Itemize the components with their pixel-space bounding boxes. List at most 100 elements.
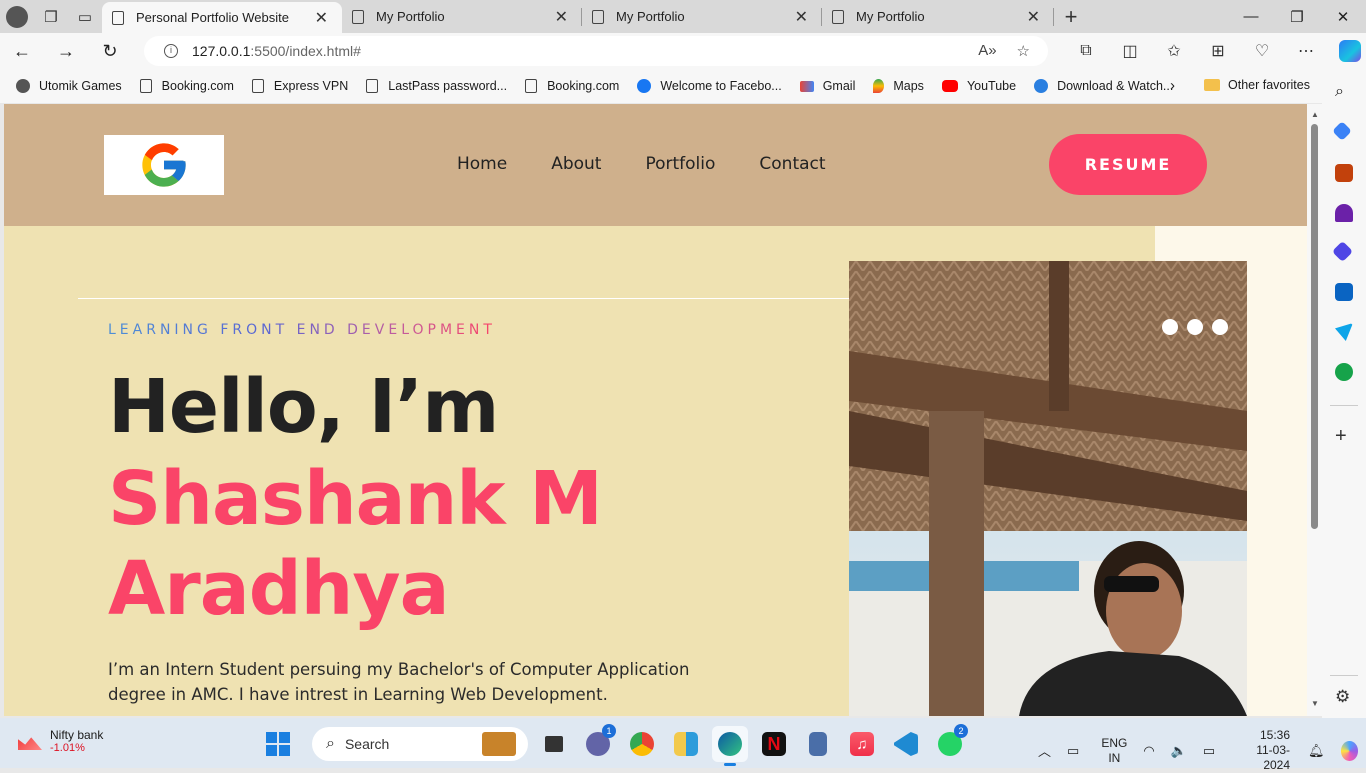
shopping-icon[interactable] <box>1332 121 1352 141</box>
carousel-dot[interactable] <box>1187 319 1203 335</box>
widget-title: Nifty bank <box>50 728 104 742</box>
close-window-button[interactable]: ✕ <box>1320 8 1366 26</box>
scrollbar-thumb[interactable] <box>1311 124 1318 529</box>
chevron-up-icon[interactable]: ︿ <box>1038 741 1051 760</box>
copilot-preview-icon[interactable] <box>1340 740 1358 761</box>
split-screen-icon[interactable]: ◫ <box>1108 41 1152 61</box>
play-icon <box>1034 79 1049 93</box>
browser-essentials-icon[interactable]: ♡ <box>1240 41 1284 61</box>
workspaces-icon[interactable]: ❐ <box>34 0 68 33</box>
settings-gear-icon[interactable]: ⚙ <box>1335 687 1353 706</box>
language-indicator[interactable]: ENG IN <box>1101 736 1127 766</box>
hero-name-line1: Shashank M <box>108 456 603 542</box>
divider <box>1330 675 1358 676</box>
nav-home[interactable]: Home <box>457 154 507 174</box>
search-icon[interactable]: ⌕ <box>1335 83 1353 101</box>
new-tab-button[interactable]: + <box>1054 4 1088 30</box>
teams-icon[interactable]: 1 <box>580 724 616 762</box>
microsoft-365-icon[interactable] <box>1331 240 1354 263</box>
page-viewport: Home About Portfolio Contact RESUME LEAR… <box>4 104 1307 716</box>
tab-personal-portfolio[interactable]: Personal Portfolio Website ✕ <box>102 2 342 33</box>
resume-button[interactable]: RESUME <box>1049 134 1207 195</box>
tab-my-portfolio-3[interactable]: My Portfolio ✕ <box>822 0 1054 33</box>
extensions-icon[interactable]: ⧉ <box>1064 42 1108 60</box>
vscode-icon[interactable] <box>888 726 924 762</box>
bookmark-booking-2[interactable]: Booking.com <box>525 79 619 93</box>
tools-icon[interactable] <box>1335 164 1353 182</box>
nav-contact[interactable]: Contact <box>759 154 825 174</box>
bookmark-download-watch[interactable]: Download & Watch... <box>1034 79 1173 93</box>
whatsapp-badge: 2 <box>954 724 968 738</box>
bookmark-lastpass[interactable]: LastPass password... <box>366 79 507 93</box>
music-icon[interactable]: ♫ <box>844 726 880 762</box>
edge-icon[interactable] <box>712 726 748 766</box>
restore-button[interactable]: ❐ <box>1274 8 1320 26</box>
nav-portfolio[interactable]: Portfolio <box>645 154 715 174</box>
tray-app-icon[interactable]: ▭ <box>1067 743 1079 759</box>
bookmark-gmail[interactable]: Gmail <box>799 79 855 93</box>
other-favorites[interactable]: Other favorites <box>1204 78 1310 92</box>
add-icon[interactable]: + <box>1335 425 1353 447</box>
hero-name-line2: Aradhya <box>108 546 450 632</box>
site-info-icon[interactable]: i <box>164 44 178 58</box>
bookmark-youtube[interactable]: YouTube <box>941 79 1016 93</box>
close-tab-icon[interactable]: ✕ <box>791 7 812 27</box>
collections-icon[interactable]: ⊞ <box>1196 41 1240 61</box>
page-icon <box>139 79 152 93</box>
refresh-button[interactable]: ↻ <box>88 41 132 62</box>
whatsapp-icon[interactable]: 2 <box>932 724 968 762</box>
battery-icon[interactable]: ▭ <box>1203 743 1215 759</box>
tab-actions-icon[interactable]: ▭ <box>68 0 102 33</box>
favorite-star-icon[interactable]: ☆ <box>1017 42 1030 60</box>
hero-greeting: Hello, I’m <box>108 364 499 450</box>
read-aloud-icon[interactable]: A» <box>978 42 996 60</box>
close-tab-icon[interactable]: ✕ <box>551 7 572 27</box>
search-icon: ⌕ <box>326 735 335 752</box>
file-explorer-icon[interactable] <box>668 726 704 762</box>
clock[interactable]: 15:36 11-03-2024 <box>1237 728 1290 773</box>
chevron-right-icon[interactable]: › <box>1170 77 1175 94</box>
tab-my-portfolio-2[interactable]: My Portfolio ✕ <box>582 0 822 33</box>
scroll-down-icon[interactable]: ▼ <box>1311 699 1319 708</box>
send-icon[interactable] <box>1335 323 1353 341</box>
bookmark-expressvpn[interactable]: Express VPN <box>251 79 348 93</box>
notification-bell-icon[interactable]: 🔔︎ <box>1308 743 1325 759</box>
tab-title: My Portfolio <box>616 9 685 24</box>
carousel-dot[interactable] <box>1212 319 1228 335</box>
nav-about[interactable]: About <box>551 154 601 174</box>
carousel-dot[interactable] <box>1162 319 1178 335</box>
games-icon[interactable] <box>1335 204 1353 222</box>
task-view-icon[interactable] <box>536 726 572 762</box>
wifi-icon[interactable]: ◠ <box>1143 743 1154 759</box>
volume-icon[interactable]: 🔈 <box>1171 743 1187 759</box>
scroll-up-icon[interactable]: ▲ <box>1311 110 1319 119</box>
taskbar-search[interactable]: ⌕ Search <box>312 727 528 761</box>
teams-badge: 1 <box>602 724 616 738</box>
stock-widget[interactable]: Nifty bank -1.01% <box>18 728 103 754</box>
bookmark-facebook[interactable]: Welcome to Facebo... <box>637 79 782 93</box>
address-bar[interactable]: i 127.0.0.1:5500/index.html# A» ☆ <box>144 36 1048 66</box>
windows-start-icon[interactable] <box>266 732 290 756</box>
back-button[interactable]: ← <box>0 41 44 62</box>
page-scrollbar[interactable]: ▲ ▼ <box>1307 104 1322 716</box>
forward-button[interactable]: → <box>44 41 88 62</box>
more-menu-icon[interactable]: ⋯ <box>1284 41 1328 61</box>
netflix-icon[interactable]: N <box>756 726 792 762</box>
bookmark-utomik[interactable]: Utomik Games <box>16 79 122 93</box>
toolbar-actions: ⧉ ◫ ✩ ⊞ ♡ ⋯ <box>1064 33 1366 69</box>
copilot-icon[interactable] <box>1339 40 1361 62</box>
favorites-icon[interactable]: ✩ <box>1152 41 1196 61</box>
bookmark-maps[interactable]: Maps <box>873 79 924 93</box>
profile-avatar[interactable] <box>0 0 34 33</box>
outlook-icon[interactable] <box>1335 283 1353 301</box>
calculator-icon[interactable] <box>800 726 836 762</box>
bookmark-booking-1[interactable]: Booking.com <box>139 79 234 93</box>
chrome-icon[interactable] <box>624 726 660 762</box>
minimize-button[interactable]: — <box>1228 8 1274 26</box>
site-logo[interactable] <box>104 135 224 195</box>
tab-my-portfolio-1[interactable]: My Portfolio ✕ <box>342 0 582 33</box>
tab-title: Personal Portfolio Website <box>136 10 289 25</box>
drop-icon[interactable] <box>1335 363 1353 381</box>
close-tab-icon[interactable]: ✕ <box>311 8 332 28</box>
close-tab-icon[interactable]: ✕ <box>1023 7 1044 27</box>
